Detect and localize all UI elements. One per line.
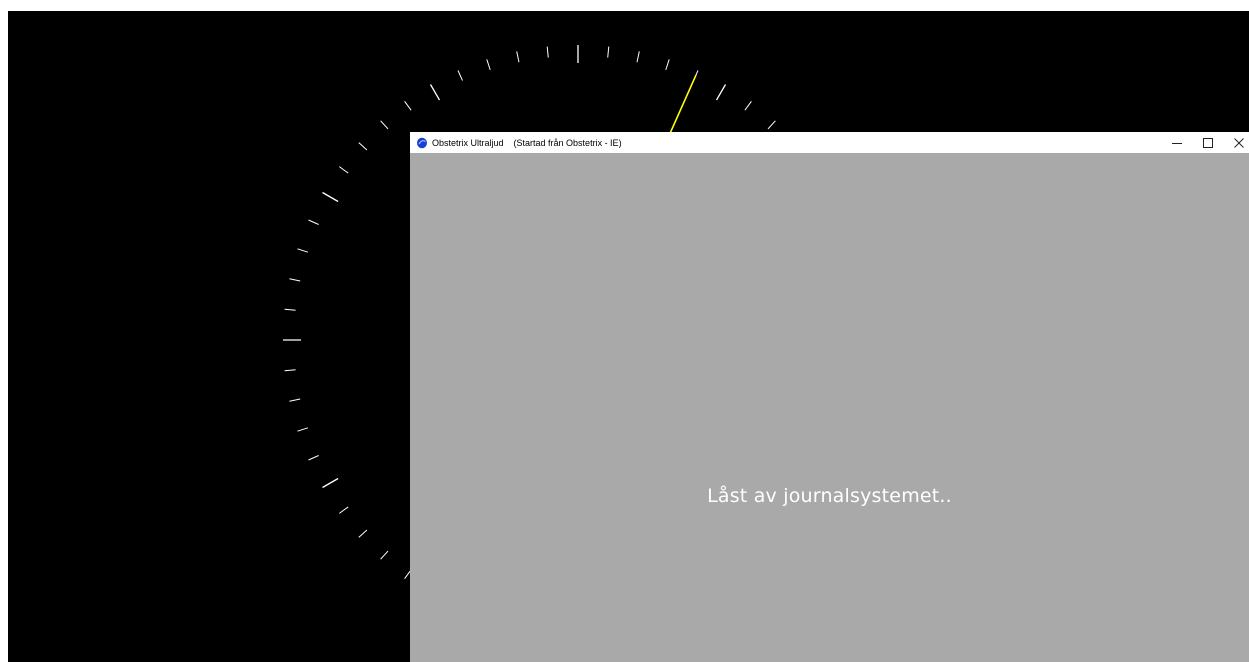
clock-tick <box>358 529 368 538</box>
clock-tick <box>516 51 520 63</box>
clock-tick <box>308 219 319 225</box>
clock-tick <box>665 59 670 71</box>
close-button[interactable] <box>1224 132 1249 153</box>
title-bar[interactable]: Obstetrix Ultraljud (Startad från Obstet… <box>410 132 1249 153</box>
maximize-button[interactable] <box>1193 132 1223 153</box>
clock-tick <box>289 398 301 402</box>
clock-tick <box>636 51 640 63</box>
clock-tick <box>380 120 389 130</box>
clock-tick <box>339 506 349 514</box>
minimize-button[interactable] <box>1162 132 1192 153</box>
desktop-screen: Obstetrix Ultraljud (Startad från Obstet… <box>0 0 1249 662</box>
clock-tick <box>339 166 349 174</box>
clock-tick <box>284 308 296 311</box>
clock-tick <box>404 101 412 111</box>
clock-tick <box>284 369 296 372</box>
clock-tick <box>486 59 491 71</box>
clock-tick <box>429 84 441 101</box>
clock-tick <box>380 550 389 560</box>
obstetrix-app-icon <box>417 137 427 148</box>
clock-tick <box>308 455 319 461</box>
clock-tick <box>322 477 339 489</box>
close-icon <box>1234 137 1244 148</box>
window-title: Obstetrix Ultraljud <box>432 137 504 148</box>
clock-tick <box>744 101 752 111</box>
window-subtitle: (Startad från Obstetrix - IE) <box>513 137 622 148</box>
clock-tick <box>322 191 339 203</box>
maximize-icon <box>1203 137 1213 148</box>
clock-tick <box>297 248 309 253</box>
lock-message: Låst av journalsystemet.. <box>707 485 952 507</box>
clock-tick <box>289 278 301 282</box>
clock-tick <box>457 70 463 81</box>
clock-tick <box>767 120 776 130</box>
clock-tick <box>546 46 549 58</box>
clock-tick <box>297 427 309 432</box>
minimize-icon <box>1172 142 1182 144</box>
clock-tick <box>358 142 368 151</box>
clock-tick <box>715 84 727 101</box>
app-window: Obstetrix Ultraljud (Startad från Obstet… <box>410 132 1249 662</box>
clock-tick <box>607 46 610 58</box>
client-area: Låst av journalsystemet.. <box>410 153 1249 662</box>
